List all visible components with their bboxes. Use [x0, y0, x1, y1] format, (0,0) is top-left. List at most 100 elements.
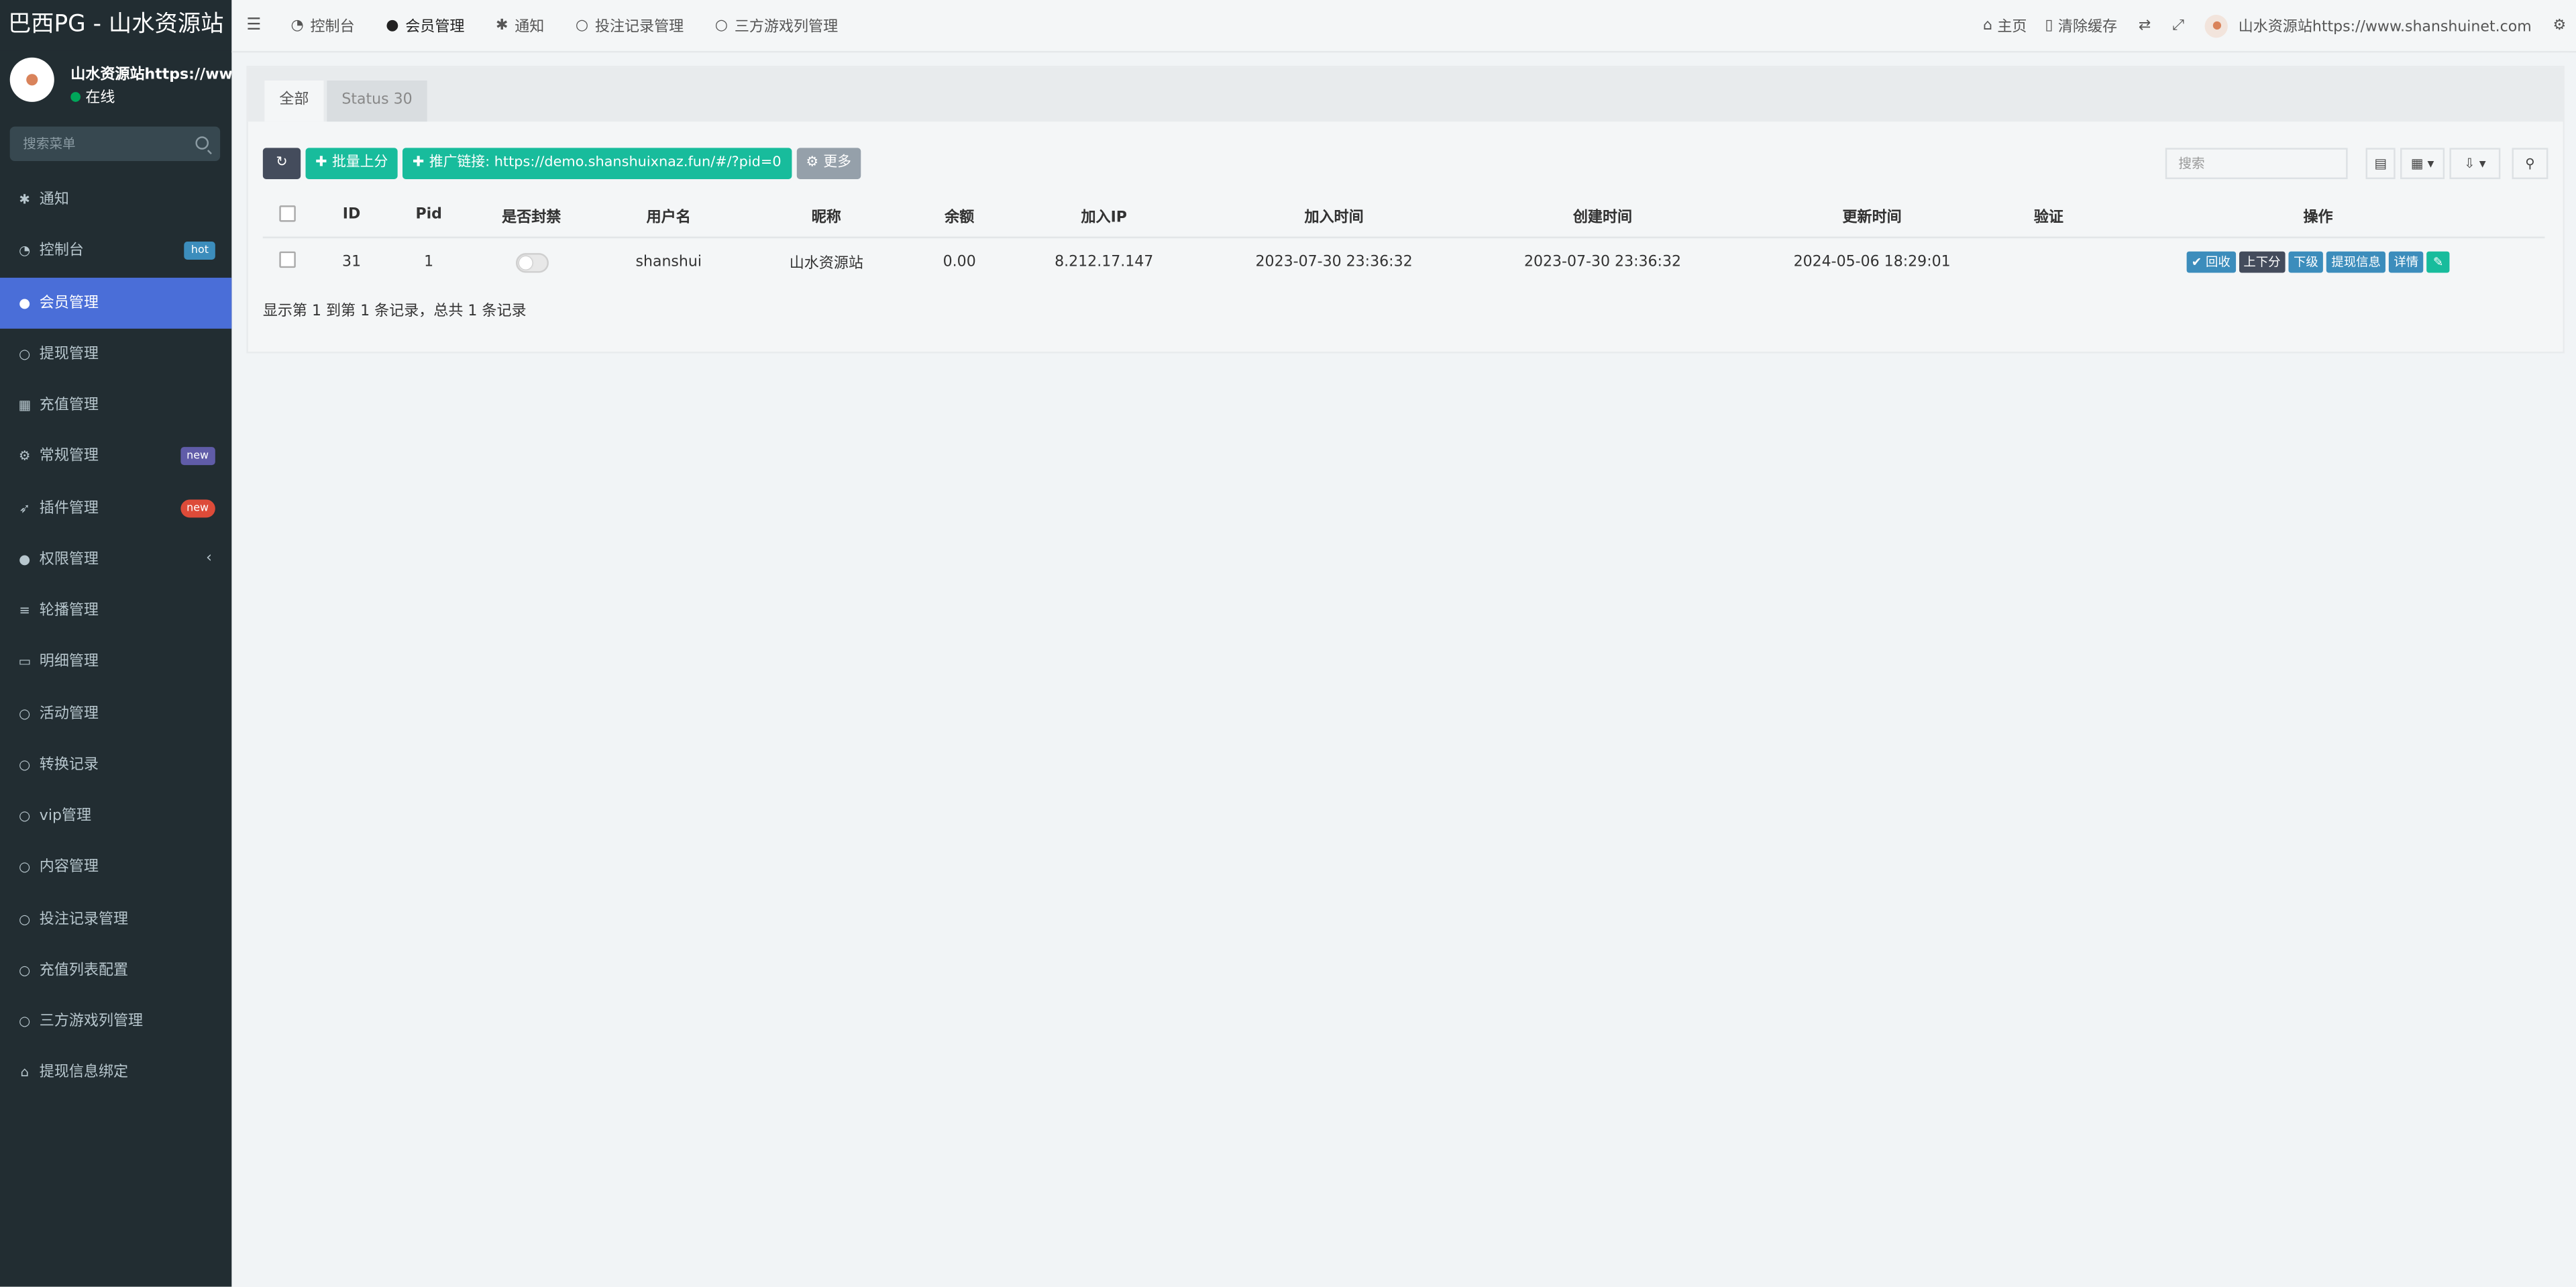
- tab-status-30[interactable]: Status 30: [327, 81, 427, 122]
- sidebar-menu: ✱ 通知 ◔ 控制台 hot ● 会员管理 ○ 提现管理 ▦ 充值管理 ⚙ 常规管理 new ➶…: [0, 174, 232, 1099]
- clear-cache-button[interactable]: ▯ 清除缓存: [2045, 15, 2117, 36]
- toggle-view-button[interactable]: ▤: [2365, 148, 2396, 179]
- cell-join-time: 2023-07-30 23:36:32: [1255, 254, 1413, 270]
- list-view-icon: ▤: [2374, 156, 2387, 171]
- tabs-bar: 全部 Status 30: [248, 67, 2563, 122]
- edit-button[interactable]: ✎: [2426, 251, 2450, 273]
- sidebar-item-label: 转换记录: [39, 757, 99, 774]
- tab-bets[interactable]: ○ 投注记录管理: [576, 15, 684, 36]
- sidebar-item-details[interactable]: ▭ 明细管理: [0, 636, 231, 688]
- sidebar-item-withdraw-binding[interactable]: ⌂ 提现信息绑定: [0, 1047, 231, 1099]
- sidebar-item-notice[interactable]: ✱ 通知: [0, 174, 231, 226]
- sidebar-item-label: 轮播管理: [39, 603, 99, 620]
- bank-icon: ⌂: [20, 1065, 29, 1080]
- withdraw-info-button[interactable]: 提现信息: [2326, 251, 2386, 273]
- select-all-checkbox[interactable]: [279, 204, 296, 221]
- top-header: ☰ ◔ 控制台 ● 会员管理 ✱ 通知 ○ 投注记录管理 ○ 三方游戏列管理 ⌂ 主页 ▯ 清…: [231, 0, 2576, 53]
- sidebar-item-recharge[interactable]: ▦ 充值管理: [0, 380, 231, 431]
- more-button[interactable]: ⚙ 更多: [796, 148, 861, 179]
- col-header[interactable]: 创建时间: [1466, 193, 1739, 239]
- sidebar-item-label: 通知: [39, 192, 69, 209]
- col-header[interactable]: 是否封禁: [466, 193, 596, 239]
- user-panel: 山水资源站https://www.shanshuinet.com 在线: [0, 51, 231, 120]
- sidebar-item-permissions[interactable]: ● 权限管理 ‹: [0, 533, 231, 585]
- circle-icon: ○: [19, 757, 31, 772]
- gear-icon: ⚙: [806, 154, 819, 171]
- promo-link-button[interactable]: ✚ 推广链接: https://demo.shanshuixnaz.fun/#/?…: [402, 148, 792, 179]
- toolbar: ↻ ✚ 批量上分 ✚ 推广链接: https://demo.shanshuixnaz…: [262, 148, 861, 179]
- fullscreen-button[interactable]: ⤢: [2172, 17, 2184, 34]
- columns-button[interactable]: ▦ ▾: [2400, 148, 2445, 179]
- row-checkbox[interactable]: [279, 251, 296, 268]
- plus-icon: ✚: [413, 154, 425, 171]
- sidebar-item-general[interactable]: ⚙ 常规管理 new: [0, 431, 231, 482]
- tab-members[interactable]: ● 会员管理: [386, 15, 464, 36]
- user-menu[interactable]: 山水资源站https://www.shanshuinet.com: [2205, 13, 2532, 38]
- online-dot-icon: [70, 91, 81, 101]
- settings-button[interactable]: ⚙: [2553, 17, 2567, 34]
- app-title[interactable]: 巴西PG - 山水资源站: [0, 0, 232, 51]
- sidebar-item-label: 投注记录管理: [39, 911, 129, 928]
- search-icon[interactable]: [195, 136, 209, 150]
- batch-add-button[interactable]: ✚ 批量上分: [305, 148, 398, 179]
- export-button[interactable]: ⇩ ▾: [2449, 148, 2501, 179]
- cell-nickname: 山水资源站: [789, 256, 863, 273]
- sidebar-item-label: 提现信息绑定: [39, 1065, 129, 1082]
- sidebar-item-third-party-games[interactable]: ○ 三方游戏列管理: [0, 996, 231, 1047]
- trash-icon: ▯: [2045, 17, 2053, 34]
- tab-all[interactable]: 全部: [264, 81, 324, 122]
- sidebar-item-withdraw[interactable]: ○ 提现管理: [0, 328, 231, 380]
- sidebar-item-bets[interactable]: ○ 投注记录管理: [0, 893, 231, 945]
- sidebar-item-plugins[interactable]: ➶ 插件管理 new: [0, 482, 231, 534]
- sidebar: 巴西PG - 山水资源站 山水资源站https://www.shanshuine…: [0, 0, 232, 1287]
- col-header[interactable]: ID: [312, 193, 391, 239]
- recycle-button[interactable]: ✔ 回收: [2186, 251, 2236, 273]
- header-user-label: 山水资源站https://www.shanshuinet.com: [2238, 19, 2532, 36]
- sidebar-item-members[interactable]: ● 会员管理: [0, 276, 232, 329]
- sidebar-item-activity[interactable]: ○ 活动管理: [0, 688, 231, 739]
- language-button[interactable]: ⇄: [2139, 17, 2151, 34]
- subordinates-button[interactable]: 下级: [2288, 251, 2324, 273]
- col-header[interactable]: 加入时间: [1201, 193, 1467, 239]
- table-search-input[interactable]: 搜索: [2165, 148, 2348, 179]
- sidebar-item-content[interactable]: ○ 内容管理: [0, 842, 231, 894]
- banned-toggle[interactable]: [515, 252, 548, 272]
- col-header[interactable]: 用户名: [596, 193, 741, 239]
- sidebar-item-carousel[interactable]: ≡ 轮播管理: [0, 585, 231, 637]
- top-nav: ◔ 控制台 ● 会员管理 ✱ 通知 ○ 投注记录管理 ○ 三方游戏列管理: [290, 0, 869, 51]
- sidebar-item-label: 活动管理: [39, 705, 99, 723]
- circle-icon: ○: [19, 911, 31, 927]
- tab-dashboard[interactable]: ◔ 控制台: [290, 15, 354, 36]
- col-header[interactable]: 加入IP: [1007, 193, 1201, 239]
- gear-icon: ⚙: [2553, 17, 2567, 34]
- cell-balance: 0.00: [943, 254, 976, 270]
- sidebar-item-dashboard[interactable]: ◔ 控制台 hot: [0, 225, 231, 277]
- details-button[interactable]: 详情: [2389, 251, 2424, 273]
- sidebar-search-input[interactable]: [9, 126, 191, 162]
- tab-third-party-games[interactable]: ○ 三方游戏列管理: [715, 15, 838, 36]
- home-link[interactable]: ⌂ 主页: [1983, 15, 2027, 36]
- col-header[interactable]: 更新时间: [1738, 193, 2006, 239]
- hamburger-menu-icon[interactable]: ☰: [246, 0, 261, 51]
- circle-icon: ○: [19, 808, 31, 823]
- search-button[interactable]: ⚲: [2512, 148, 2548, 179]
- cell-banned: [467, 238, 596, 286]
- sidebar-item-label: 常规管理: [39, 449, 99, 466]
- cell-update-time: 2024-05-06 18:29:01: [1793, 254, 1951, 270]
- col-header[interactable]: 验证: [2006, 193, 2092, 239]
- col-header[interactable]: 余额: [912, 193, 1008, 239]
- main-panel: 全部 Status 30 ↻ ✚ 批量上分 ✚ 推广链接: https://demo…: [246, 65, 2565, 354]
- sidebar-item-vip[interactable]: ○ vip管理: [0, 790, 231, 842]
- adjust-balance-button[interactable]: 上下分: [2238, 251, 2286, 273]
- col-header[interactable]: 昵称: [741, 193, 912, 239]
- col-header[interactable]: Pid: [390, 193, 467, 239]
- tab-notice[interactable]: ✱ 通知: [496, 15, 544, 36]
- sidebar-item-conversion[interactable]: ○ 转换记录: [0, 739, 231, 790]
- user-name: 山水资源站https://www.shanshuinet.com: [70, 67, 232, 84]
- user-status-label: 在线: [85, 90, 115, 107]
- col-header: 操作: [2091, 193, 2545, 239]
- row-select-cell: [263, 238, 312, 286]
- cell-id: 31: [342, 254, 362, 270]
- sidebar-item-recharge-config[interactable]: ○ 充值列表配置: [0, 945, 231, 996]
- refresh-button[interactable]: ↻: [262, 148, 301, 179]
